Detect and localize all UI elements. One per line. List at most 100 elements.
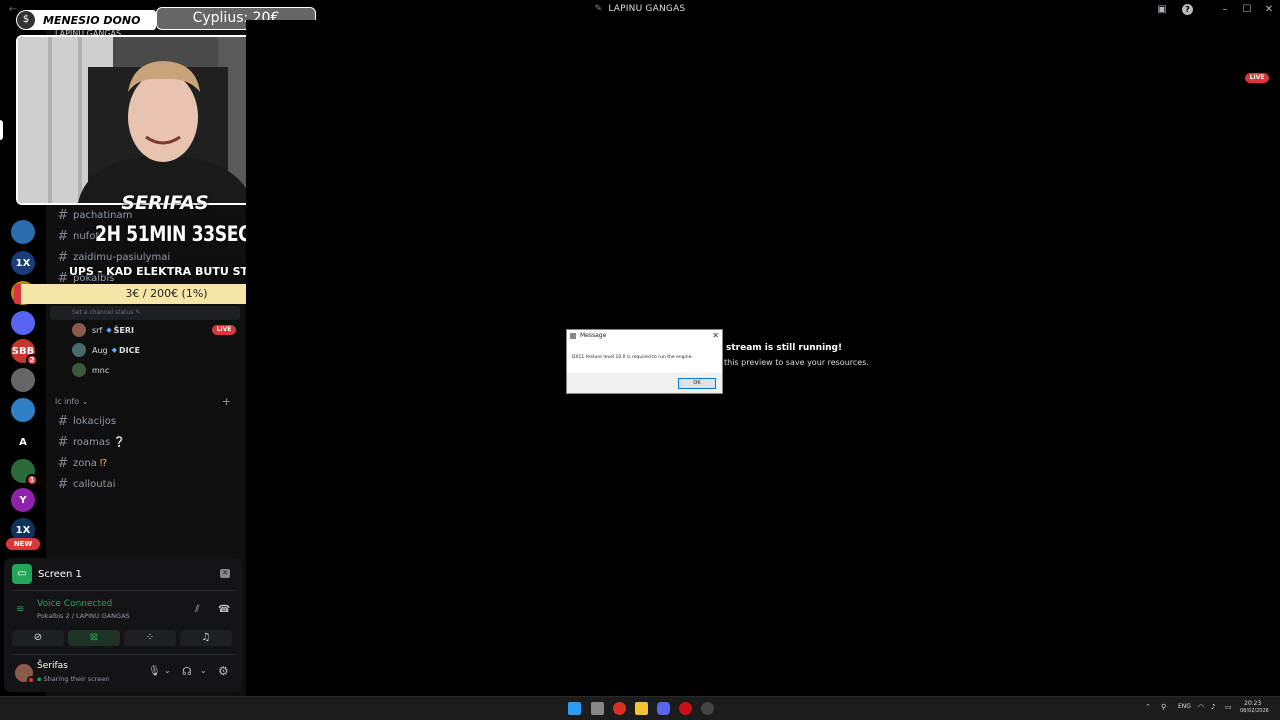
- voice-user[interactable]: srf ◆ ŠERI LIVE: [72, 321, 236, 339]
- channel-hash-icon: #: [57, 434, 69, 450]
- add-channel-icon[interactable]: +: [222, 395, 231, 408]
- dialog-app-icon: [570, 333, 576, 339]
- voice-status[interactable]: Voice Connected: [37, 599, 112, 609]
- tray-chevron-icon[interactable]: ⌃: [1145, 703, 1151, 711]
- taskbar: ⌃ ⚲ ENG ◠ ♪ ▭ 20:23 08/02/2026: [0, 696, 1280, 720]
- language-indicator[interactable]: ENG: [1178, 703, 1191, 710]
- inbox-icon[interactable]: ▣: [1155, 3, 1169, 17]
- user-avatar[interactable]: [15, 664, 35, 684]
- pencil-icon: ✎: [135, 309, 141, 316]
- purple-server-icon[interactable]: Y: [11, 488, 35, 512]
- sbb-server-icon[interactable]: SBB 2: [11, 339, 38, 366]
- dialog-title: Message: [580, 332, 607, 339]
- signal-icon: ≋: [16, 604, 25, 615]
- voice-user-avatar: [72, 343, 86, 357]
- mic-chevron-icon[interactable]: ⌄: [164, 666, 171, 675]
- obs-icon[interactable]: [701, 702, 714, 715]
- stop-share-icon[interactable]: ✕: [220, 569, 230, 578]
- channel-item[interactable]: # lokacijos: [54, 411, 240, 431]
- channel-hash-icon: #: [57, 413, 69, 429]
- screen-share-row[interactable]: ▭ Screen 1 ✕: [12, 564, 236, 584]
- live-badge: LIVE: [1245, 73, 1269, 83]
- battery-icon[interactable]: ▭: [1225, 703, 1232, 711]
- headphones-icon[interactable]: ☊: [182, 665, 192, 678]
- channel-item[interactable]: # roamas ❔: [54, 432, 240, 452]
- voice-user-avatar: [72, 363, 86, 377]
- user-panel: ▭ Screen 1 ✕ ≋ Voice Connected Pokalbis …: [4, 558, 242, 692]
- server-label: A: [19, 436, 27, 448]
- a-server-icon[interactable]: A: [11, 430, 35, 454]
- server-label: Y: [19, 494, 27, 506]
- streamer-name: SERIFAS: [121, 192, 209, 214]
- channel-hash-icon: #: [57, 228, 69, 244]
- stream-message-title: stream is still running!: [726, 343, 843, 353]
- screen-share-icon: ▭: [12, 564, 32, 584]
- clock-time[interactable]: 20:23: [1244, 700, 1261, 707]
- channel-name: lokacijos: [73, 415, 117, 427]
- voice-user-role: DICE: [119, 345, 140, 355]
- dialog-ok-button[interactable]: OK: [678, 378, 716, 389]
- main-stream-area: LIVE stream is still running! this previ…: [246, 20, 1280, 696]
- 1x-server-icon[interactable]: 1X: [11, 251, 35, 275]
- windows-start-icon[interactable]: [568, 702, 581, 715]
- task-view-icon[interactable]: [591, 702, 604, 715]
- close-window-icon[interactable]: ✕: [1262, 3, 1276, 17]
- user-status: ▪ Sharing their screen: [37, 675, 110, 683]
- gem-icon: ◆: [106, 326, 112, 334]
- user-name[interactable]: Šerifas: [37, 661, 68, 671]
- tray-network-icon[interactable]: ⚲: [1161, 703, 1166, 711]
- opera-icon[interactable]: [679, 702, 692, 715]
- voice-user-avatar: [72, 323, 86, 337]
- disconnect-icon[interactable]: ☎: [218, 604, 230, 615]
- channel-hash-icon: #: [57, 455, 69, 471]
- message-dialog: Message ✕ DX11 feature level 10.0 is req…: [566, 329, 723, 394]
- headphones-chevron-icon[interactable]: ⌄: [200, 666, 207, 675]
- channel-name: zona: [73, 457, 97, 469]
- voice-channel[interactable]: Pokalbis 2 / LAPINU GANGAS: [37, 612, 130, 620]
- blue-server-icon[interactable]: [11, 398, 35, 422]
- camera-button[interactable]: ⊘: [12, 630, 64, 646]
- channel-status-hint[interactable]: Set a channel status ✎: [50, 306, 240, 320]
- maximize-icon[interactable]: ☐: [1240, 3, 1254, 17]
- file-explorer-icon[interactable]: [635, 702, 648, 715]
- activities-icon: ⁘: [145, 632, 155, 643]
- share-screen-button[interactable]: ⊠: [68, 630, 120, 646]
- dialog-close-icon[interactable]: ✕: [712, 331, 719, 340]
- activities-button[interactable]: ⁘: [124, 630, 176, 646]
- channel-emoji: ❔: [113, 436, 126, 448]
- folder-server-icon[interactable]: [11, 311, 35, 335]
- atom-server-icon[interactable]: [11, 220, 35, 244]
- dialog-titlebar: Message ✕: [567, 330, 722, 343]
- channel-item[interactable]: # zona ⁉: [54, 453, 240, 473]
- chevron-down-icon: ⌄: [81, 397, 89, 406]
- donation-bar: $ MENESIO DONO: [16, 10, 156, 30]
- gem-icon: ◆: [111, 346, 118, 354]
- channel-item[interactable]: # zaidimu-pasiulymai: [54, 247, 240, 267]
- microphone-icon[interactable]: 🎙︎: [148, 666, 161, 677]
- voice-user-name: srf: [92, 325, 103, 335]
- mention-badge: 1: [26, 474, 38, 486]
- dialog-message: DX11 feature level 10.0 is required to r…: [572, 355, 693, 360]
- anime-server-icon[interactable]: [11, 368, 35, 392]
- soundboard-button[interactable]: ♫: [180, 630, 232, 646]
- channel-emoji: ⁉: [99, 457, 108, 469]
- dialog-body: DX11 feature level 10.0 is required to r…: [567, 343, 722, 373]
- wifi-icon[interactable]: ◠: [1198, 703, 1204, 711]
- voice-user[interactable]: mnc: [72, 361, 109, 379]
- category-header[interactable]: lc info ⌄ +: [55, 395, 241, 409]
- server-label: 1X: [15, 257, 31, 269]
- voice-user[interactable]: Aug ◆ DICE: [72, 341, 140, 359]
- volume-icon[interactable]: ♪: [1211, 703, 1215, 711]
- settings-gear-icon[interactable]: ⚙: [218, 664, 229, 678]
- screen-label: Screen 1: [38, 568, 82, 580]
- browser-icon[interactable]: [613, 702, 626, 715]
- channel-item[interactable]: # calloutai: [54, 474, 240, 494]
- help-icon[interactable]: ?: [1182, 4, 1193, 15]
- clock-date[interactable]: 08/02/2026: [1240, 708, 1269, 714]
- discord-taskbar-icon[interactable]: [657, 702, 670, 715]
- channel-name: roamas: [73, 436, 111, 448]
- minimize-icon[interactable]: –: [1218, 3, 1232, 17]
- green-server-icon[interactable]: 1: [11, 459, 38, 486]
- noise-suppression-icon[interactable]: ⫽: [195, 604, 199, 615]
- voice-user-role: ŠERI: [113, 325, 135, 335]
